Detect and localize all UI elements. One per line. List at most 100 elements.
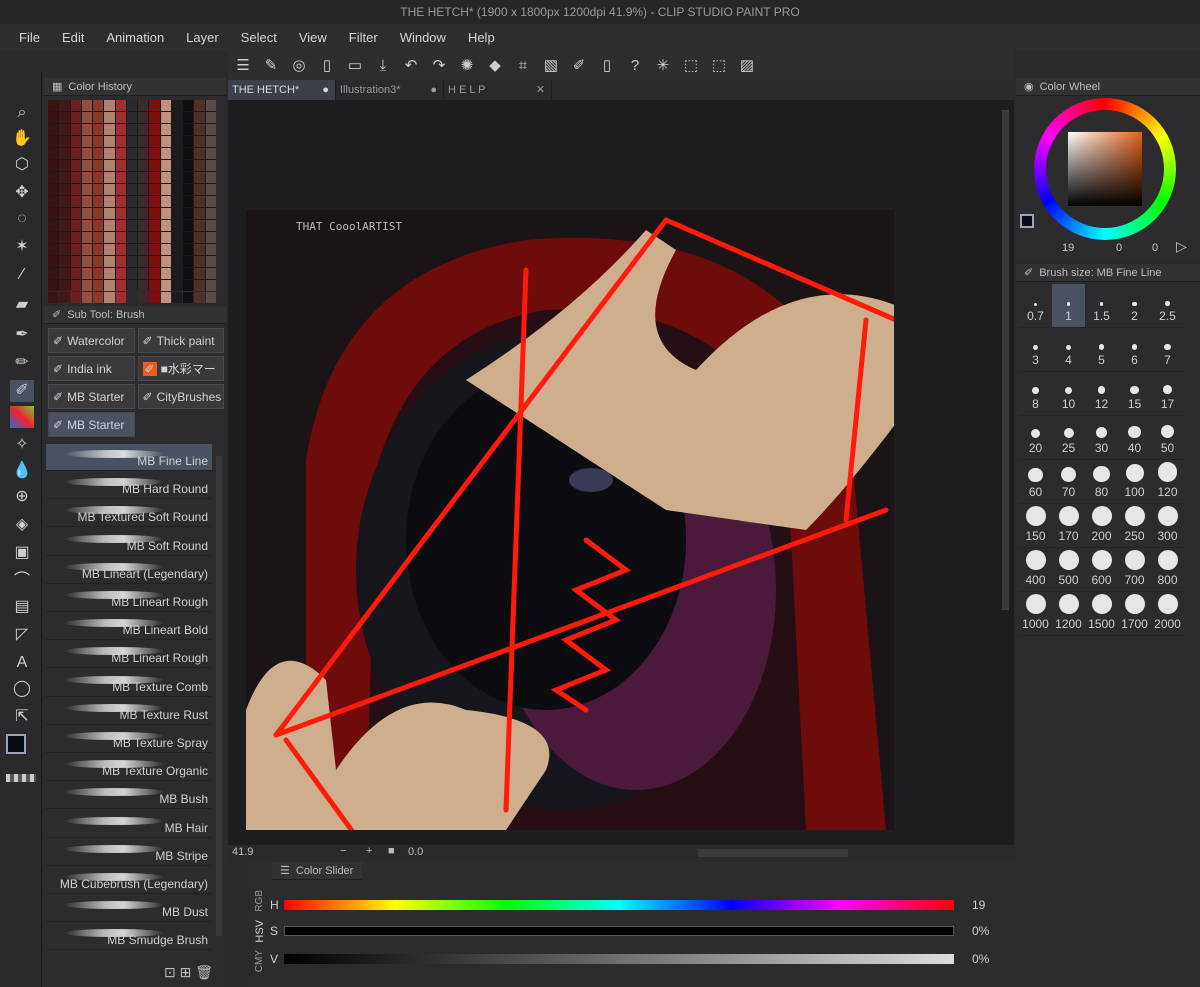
history-swatch[interactable] <box>138 124 149 135</box>
history-swatch[interactable] <box>115 160 126 171</box>
history-swatch[interactable] <box>48 256 59 267</box>
brush-size-cell[interactable]: 600 <box>1085 548 1118 592</box>
history-swatch[interactable] <box>48 136 59 147</box>
brush-size-cell[interactable]: 100 <box>1118 460 1151 504</box>
history-swatch[interactable] <box>138 232 149 243</box>
brush-size-cell[interactable]: 12 <box>1085 372 1118 416</box>
auto-select-icon[interactable]: ✶ <box>10 236 34 258</box>
history-swatch[interactable] <box>171 292 183 303</box>
history-swatch[interactable] <box>81 160 93 171</box>
menu-filter[interactable]: Filter <box>338 30 389 45</box>
saturation-value-square[interactable] <box>1068 132 1142 206</box>
tab-the-hetch[interactable]: THE HETCH* ● <box>228 80 336 100</box>
history-swatch[interactable] <box>149 268 160 279</box>
history-swatch[interactable] <box>115 232 126 243</box>
history-swatch[interactable] <box>81 124 93 135</box>
pattern-icon[interactable] <box>10 406 34 428</box>
history-swatch[interactable] <box>70 148 81 159</box>
history-swatch[interactable] <box>93 160 104 171</box>
history-swatch[interactable] <box>149 148 160 159</box>
color-history-swatches[interactable] <box>48 100 216 303</box>
history-swatch[interactable] <box>205 280 216 291</box>
history-swatch[interactable] <box>126 148 138 159</box>
brush-size-cell[interactable]: 8 <box>1019 372 1052 416</box>
brush-size-cell[interactable]: 800 <box>1151 548 1184 592</box>
history-swatch[interactable] <box>70 280 81 291</box>
history-swatch[interactable] <box>104 220 115 231</box>
history-swatch[interactable] <box>93 148 104 159</box>
history-swatch[interactable] <box>81 268 93 279</box>
saturation-value[interactable]: 0% <box>972 924 989 938</box>
history-swatch[interactable] <box>171 280 183 291</box>
mode-tab-hsv[interactable]: HSV <box>254 920 266 943</box>
canvas-area[interactable]: THAT CooolARTIST <box>228 100 1014 845</box>
history-swatch[interactable] <box>194 160 205 171</box>
add-icon[interactable]: ⊞ <box>180 964 192 980</box>
gradient-icon[interactable]: ▨ <box>736 54 758 76</box>
history-swatch[interactable] <box>70 112 81 123</box>
history-swatch[interactable] <box>70 232 81 243</box>
history-swatch[interactable] <box>115 256 126 267</box>
history-swatch[interactable] <box>93 244 104 255</box>
brush-size-cell[interactable]: 200 <box>1085 504 1118 548</box>
history-swatch[interactable] <box>171 148 183 159</box>
history-swatch[interactable] <box>104 148 115 159</box>
history-swatch[interactable] <box>104 232 115 243</box>
history-swatch[interactable] <box>93 172 104 183</box>
history-swatch[interactable] <box>126 256 138 267</box>
history-swatch[interactable] <box>183 220 194 231</box>
history-swatch[interactable] <box>183 292 194 303</box>
history-swatch[interactable] <box>93 220 104 231</box>
brush-icon[interactable]: ✐ <box>568 54 590 76</box>
history-swatch[interactable] <box>81 112 93 123</box>
blend-icon[interactable]: 💧 <box>10 460 34 482</box>
history-swatch[interactable] <box>171 256 183 267</box>
selection-icon[interactable]: ⬚ <box>680 54 702 76</box>
history-swatch[interactable] <box>149 220 160 231</box>
brush-size-cell[interactable]: 5 <box>1085 328 1118 372</box>
history-swatch[interactable] <box>160 124 171 135</box>
history-swatch[interactable] <box>171 160 183 171</box>
menu-view[interactable]: View <box>288 30 338 45</box>
history-swatch[interactable] <box>59 220 70 231</box>
history-swatch[interactable] <box>81 184 93 195</box>
history-swatch[interactable] <box>81 172 93 183</box>
history-swatch[interactable] <box>81 196 93 207</box>
brush-item[interactable]: MB Cubebrush (Legendary) <box>46 867 212 894</box>
lasso-icon[interactable]: ◌ <box>10 208 34 230</box>
history-swatch[interactable] <box>104 172 115 183</box>
history-swatch[interactable] <box>59 244 70 255</box>
brush-item[interactable]: MB Fine Line <box>46 444 212 471</box>
zoom-value[interactable]: 41.9 <box>232 846 253 858</box>
history-swatch[interactable] <box>205 208 216 219</box>
history-swatch[interactable] <box>48 184 59 195</box>
history-swatch[interactable] <box>194 148 205 159</box>
history-swatch[interactable] <box>126 220 138 231</box>
history-swatch[interactable] <box>104 112 115 123</box>
brush-size-cell[interactable]: 10 <box>1052 372 1085 416</box>
correct-line-icon[interactable]: ⇱ <box>10 706 34 728</box>
history-swatch[interactable] <box>126 124 138 135</box>
mode-tab-cmy[interactable]: CMY <box>254 950 265 972</box>
history-swatch[interactable] <box>59 148 70 159</box>
brush-size-cell[interactable]: 0.7 <box>1019 284 1052 328</box>
history-swatch[interactable] <box>48 208 59 219</box>
history-swatch[interactable] <box>104 124 115 135</box>
brush-size-cell[interactable]: 1200 <box>1052 592 1085 636</box>
history-swatch[interactable] <box>138 100 149 111</box>
history-swatch[interactable] <box>81 148 93 159</box>
history-swatch[interactable] <box>205 100 216 111</box>
brush-item[interactable]: MB Texture Organic <box>46 754 212 782</box>
history-swatch[interactable] <box>183 208 194 219</box>
brush-size-cell[interactable]: 60 <box>1019 460 1052 504</box>
history-swatch[interactable] <box>205 220 216 231</box>
history-swatch[interactable] <box>160 244 171 255</box>
brush-size-cell[interactable]: 2000 <box>1151 592 1184 636</box>
history-swatch[interactable] <box>205 160 216 171</box>
history-swatch[interactable] <box>160 136 171 147</box>
history-swatch[interactable] <box>138 184 149 195</box>
tab-thick-paint[interactable]: ✐ Thick paint <box>137 328 224 353</box>
history-swatch[interactable] <box>81 232 93 243</box>
history-swatch[interactable] <box>149 172 160 183</box>
close-icon[interactable]: ✕ <box>536 80 545 100</box>
